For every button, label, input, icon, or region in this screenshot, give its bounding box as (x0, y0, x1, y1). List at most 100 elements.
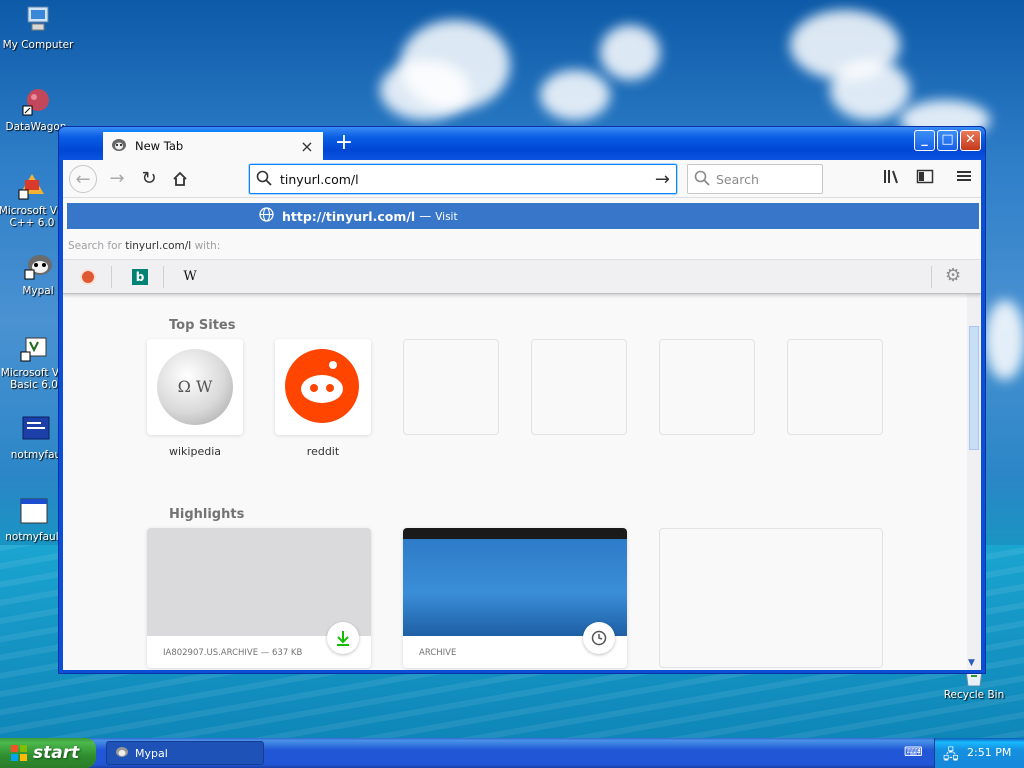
suggestion-separator: — (419, 209, 432, 223)
bing-glyph: b (132, 269, 148, 285)
taskbar-item-mypal[interactable]: Mypal (106, 741, 264, 765)
navigation-toolbar: ← → ↻ tinyurl.com/l → Search (63, 160, 981, 198)
globe-icon (259, 206, 274, 226)
top-sites-title: Top Sites (169, 318, 236, 333)
system-tray: 🖧 2:51 PM (934, 738, 1024, 768)
engine-divider (931, 266, 932, 288)
arrow-right-icon: → (109, 168, 125, 189)
highlights-title: Highlights (169, 507, 245, 522)
browser-content: ← → ↻ tinyurl.com/l → Search http://tiny… (63, 160, 981, 670)
search-box[interactable]: Search (687, 164, 823, 194)
tab-new-tab[interactable]: New Tab × (103, 130, 323, 160)
bsod-app-icon (20, 414, 52, 446)
wallpaper-cloud (540, 70, 610, 120)
start-button[interactable]: start (0, 738, 96, 768)
wallpaper-cloud (985, 300, 1024, 380)
datawagon-icon (20, 86, 52, 118)
highlight-card-archive-download[interactable]: IA802907.US.ARCHIVE — 637 KB (147, 528, 371, 668)
wikipedia-globe-icon: Ω W (157, 349, 233, 425)
wallpaper-cloud (380, 60, 470, 120)
browser-window: New Tab × + _ □ ✕ ← → ↻ tinyurl.com/l → (58, 126, 986, 674)
reload-button[interactable]: ↻ (135, 165, 163, 193)
scroll-down-icon[interactable]: ▼ (968, 658, 975, 668)
suggestion-row-visit[interactable]: http://tinyurl.com/l — Visit (67, 203, 979, 229)
visual-basic-icon (18, 332, 50, 364)
scrollbar-thumb[interactable] (969, 326, 979, 450)
desktop-icon-my-computer[interactable]: My Computer (0, 4, 76, 51)
visual-cpp-icon (16, 170, 48, 202)
page-scrollbar[interactable]: ▼ (967, 294, 981, 670)
title-bar[interactable]: New Tab × + _ □ ✕ (59, 127, 985, 160)
search-with-label: Search for tinyurl.com/l with: (68, 240, 220, 252)
url-suggestions-popup: http://tinyurl.com/l — Visit Search for … (63, 198, 981, 294)
url-input[interactable]: tinyurl.com/l (280, 172, 655, 187)
new-tab-page: Top Sites Ω W wikipedia reddit Highlight… (63, 294, 967, 670)
mypal-favicon-icon (111, 138, 127, 155)
taskbar: start Mypal ⌨ 🖧 2:51 PM (0, 738, 1024, 768)
desktop-icon-label: Recycle Bin (943, 689, 1005, 701)
bing-icon[interactable]: b (129, 266, 151, 288)
search-icon (694, 170, 710, 189)
go-arrow-icon[interactable]: → (655, 169, 670, 190)
mypal-icon (115, 746, 129, 761)
top-site-tile-empty (531, 339, 627, 435)
wallpaper-cloud (600, 25, 660, 80)
menu-hamburger-icon[interactable] (953, 168, 975, 190)
top-site-tile-wikipedia[interactable]: Ω W (147, 339, 243, 435)
new-tab-button[interactable]: + (331, 131, 357, 157)
tab-close-icon[interactable]: × (299, 137, 315, 156)
suggestion-url: http://tinyurl.com/l (282, 208, 416, 224)
search-for-prefix: Search for (68, 240, 122, 252)
highlight-card-archive[interactable]: ARCHIVE (403, 528, 627, 668)
maximize-button[interactable]: □ (937, 130, 958, 151)
arrow-left-icon: ← (75, 169, 91, 190)
highlight-meta: IA802907.US.ARCHIVE — 637 KB (163, 648, 303, 658)
start-label: start (33, 743, 80, 763)
wikipedia-icon[interactable]: W (179, 266, 201, 288)
clock-icon (583, 622, 615, 654)
highlight-meta: ARCHIVE (419, 648, 457, 658)
home-icon (172, 171, 188, 192)
back-button[interactable]: ← (69, 165, 97, 193)
tab-title: New Tab (135, 139, 184, 153)
gear-icon[interactable]: ⚙ (945, 265, 961, 286)
top-site-tile-reddit[interactable] (275, 339, 371, 435)
taskbar-item-label: Mypal (135, 746, 168, 760)
reload-icon: ↻ (141, 168, 157, 189)
top-site-label: wikipedia (168, 445, 221, 458)
keyboard-icon[interactable]: ⌨ (904, 745, 923, 760)
computer-icon (22, 4, 54, 36)
minimize-button[interactable]: _ (914, 130, 935, 151)
top-site-tile-empty (403, 339, 499, 435)
top-site-tile-empty (659, 339, 755, 435)
highlight-card-empty (659, 528, 883, 668)
home-button[interactable] (166, 165, 194, 193)
top-site-label: reddit (306, 445, 340, 458)
wallpaper-cloud (830, 60, 910, 120)
highlight-thumbnail (147, 528, 371, 636)
network-icon[interactable]: 🖧 (943, 744, 959, 768)
engine-divider (163, 266, 164, 288)
mypal-icon (22, 250, 54, 282)
library-icon[interactable] (881, 168, 903, 190)
clock[interactable]: 2:51 PM (967, 746, 1011, 759)
forward-button[interactable]: → (103, 165, 131, 193)
duckduckgo-icon[interactable] (77, 266, 99, 288)
close-window-button[interactable]: ✕ (960, 130, 981, 151)
top-site-tile-empty (787, 339, 883, 435)
highlight-thumbnail (403, 528, 627, 636)
search-for-query: tinyurl.com/l (125, 240, 192, 252)
reddit-logo-icon (285, 349, 359, 423)
windows-flag-icon (10, 744, 28, 762)
suggestion-action: Visit (435, 211, 458, 223)
one-off-search-engines: b W ⚙ (63, 259, 981, 293)
url-bar[interactable]: tinyurl.com/l → (249, 164, 677, 194)
engine-divider (111, 266, 112, 288)
search-placeholder: Search (716, 171, 759, 187)
desktop-icon-label: My Computer (2, 39, 74, 51)
search-icon (256, 170, 272, 189)
sidebar-toggle-icon[interactable] (914, 168, 936, 190)
window-app-icon (18, 496, 50, 528)
search-for-suffix: with: (194, 240, 221, 252)
download-icon (327, 622, 359, 654)
